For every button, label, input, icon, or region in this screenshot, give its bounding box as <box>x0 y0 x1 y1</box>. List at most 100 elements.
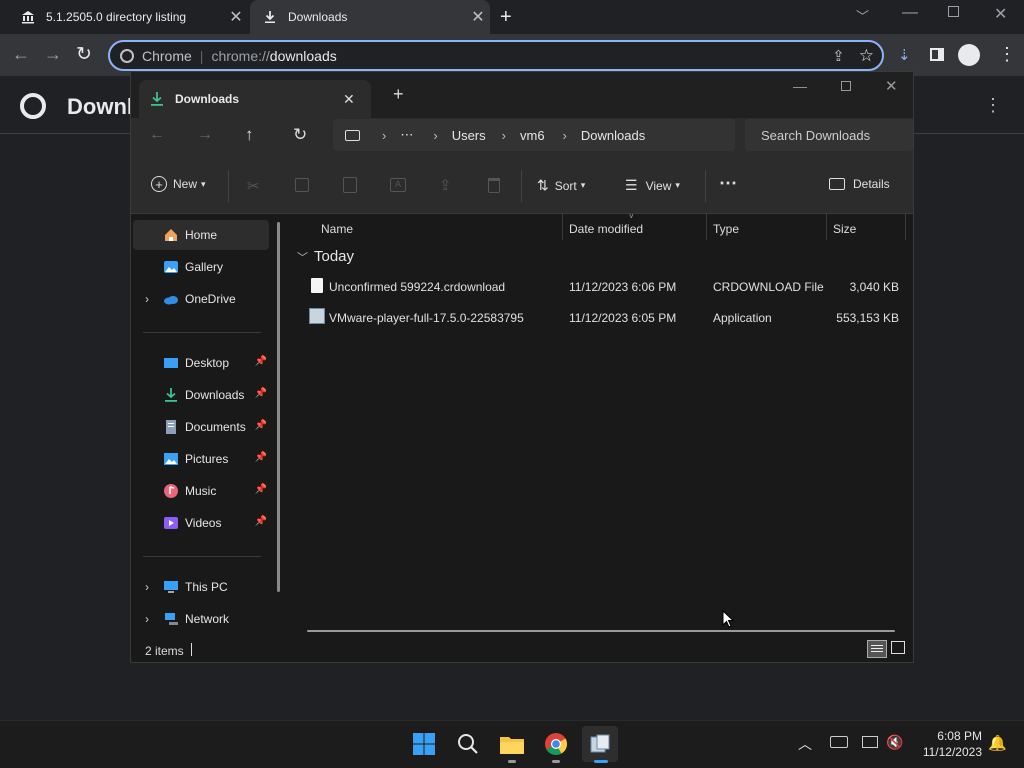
column-header-type[interactable]: Type <box>713 222 739 236</box>
pin-icon[interactable]: 📌 <box>255 516 267 527</box>
downloads-toolbar-icon[interactable]: ⇣ <box>898 46 911 64</box>
sort-button[interactable]: ⇅ Sort ▾ <box>537 177 585 194</box>
volume-muted-icon[interactable]: 🔇 <box>886 734 903 751</box>
file-explorer-icon[interactable] <box>494 726 530 762</box>
table-row[interactable]: VMware-player-full-17.5.0-22583795 11/12… <box>299 303 903 333</box>
breadcrumb[interactable]: › ⋯ › Users › vm6 › Downloads <box>333 119 735 151</box>
forward-arrow-icon[interactable]: → <box>44 44 62 65</box>
tab-directory-listing[interactable]: 5.1.2505.0 directory listing ✕ <box>8 0 248 34</box>
close-tab-icon[interactable]: ✕ <box>224 7 248 27</box>
group-header-today[interactable]: ﹀ Today <box>297 248 354 265</box>
copy-icon[interactable] <box>295 178 309 192</box>
nav-item-documents[interactable]: Documents 📌 <box>133 412 269 442</box>
breadcrumb-more[interactable]: ⋯ <box>400 127 413 143</box>
address-bar[interactable]: Chrome | chrome:// downloads ⇪ ☆ <box>108 40 884 71</box>
horizontal-scrollbar[interactable] <box>307 630 895 632</box>
nav-item-network[interactable]: › Network <box>133 604 269 634</box>
profile-avatar-icon[interactable] <box>958 44 980 66</box>
forward-arrow-icon[interactable]: → <box>197 126 213 144</box>
nav-item-this-pc[interactable]: › This PC <box>133 572 269 602</box>
vmware-installer-icon[interactable] <box>582 726 618 762</box>
chevron-right-icon: › <box>562 127 567 143</box>
file-icon <box>311 278 323 293</box>
tab-search-chevron-icon[interactable]: ﹀ <box>856 6 869 25</box>
column-header-size[interactable]: Size <box>833 222 856 236</box>
details-button[interactable]: Details <box>829 177 890 191</box>
column-divider[interactable] <box>706 214 707 240</box>
column-header-name[interactable]: Name <box>321 222 353 236</box>
large-icons-view-icon[interactable] <box>891 641 905 654</box>
nav-scrollbar[interactable] <box>277 222 280 592</box>
minimize-button[interactable]: — <box>902 4 918 22</box>
explorer-tab-downloads[interactable]: Downloads ✕ <box>139 80 371 118</box>
nav-item-home[interactable]: Home <box>133 220 269 250</box>
nav-item-desktop[interactable]: Desktop 📌 <box>133 348 269 378</box>
display-icon[interactable] <box>862 736 878 748</box>
bookmark-star-icon[interactable]: ☆ <box>859 46 874 66</box>
rename-icon[interactable]: A <box>390 178 406 192</box>
clock[interactable]: 6:08 PM 11/12/2023 <box>918 729 982 759</box>
divider <box>228 170 229 202</box>
pin-icon[interactable]: 📌 <box>255 388 267 399</box>
chevron-right-icon[interactable]: › <box>133 580 161 594</box>
search-icon[interactable] <box>450 726 486 762</box>
side-panel-icon[interactable] <box>930 48 944 61</box>
breadcrumb-downloads[interactable]: Downloads <box>581 128 645 143</box>
refresh-icon[interactable]: ↻ <box>293 125 307 145</box>
column-divider[interactable] <box>826 214 827 240</box>
nav-item-pictures[interactable]: Pictures 📌 <box>133 444 269 474</box>
share-icon[interactable]: ⇪ <box>832 47 845 65</box>
paste-icon[interactable] <box>343 177 357 193</box>
view-button[interactable]: ☰ View ▾ <box>625 177 680 194</box>
close-window-button[interactable]: ✕ <box>994 4 1007 24</box>
chrome-menu-icon[interactable]: ⋮ <box>998 44 1016 65</box>
new-tab-button[interactable]: + <box>393 84 404 105</box>
chevron-right-icon[interactable]: › <box>133 292 161 306</box>
chevron-right-icon[interactable]: › <box>133 612 161 626</box>
maximize-button[interactable] <box>841 81 851 91</box>
up-arrow-icon[interactable]: ↑ <box>245 125 254 145</box>
pin-icon[interactable]: 📌 <box>255 452 267 463</box>
divider <box>143 332 261 333</box>
close-window-button[interactable]: ✕ <box>885 77 898 95</box>
cut-icon[interactable]: ✂ <box>247 177 260 195</box>
nav-item-gallery[interactable]: Gallery <box>133 252 269 282</box>
share-icon[interactable]: ⇪ <box>439 176 452 194</box>
nav-item-onedrive[interactable]: › OneDrive <box>133 284 269 314</box>
column-divider[interactable] <box>905 214 906 240</box>
pin-icon[interactable]: 📌 <box>255 420 267 431</box>
minimize-button[interactable]: — <box>793 78 807 94</box>
windows-start-icon[interactable] <box>406 726 442 762</box>
tab-downloads[interactable]: Downloads ✕ <box>250 0 490 34</box>
notification-bell-icon[interactable]: 🔔 <box>988 734 1007 752</box>
file-date: 11/12/2023 6:05 PM <box>569 311 677 325</box>
breadcrumb-users[interactable]: Users <box>452 128 486 143</box>
details-view-icon[interactable] <box>867 640 887 658</box>
page-menu-icon[interactable]: ⋮ <box>984 95 1002 116</box>
restore-button[interactable] <box>948 6 959 17</box>
nav-label: Gallery <box>185 260 224 274</box>
reload-icon[interactable]: ↻ <box>76 43 92 66</box>
column-divider[interactable] <box>562 214 563 240</box>
more-options-button[interactable]: ⋯ <box>719 173 737 194</box>
back-arrow-icon[interactable]: ← <box>12 44 30 65</box>
nav-item-music[interactable]: Music 📌 <box>133 476 269 506</box>
nav-item-videos[interactable]: Videos 📌 <box>133 508 269 538</box>
delete-icon[interactable] <box>488 178 500 193</box>
nav-item-downloads[interactable]: Downloads 📌 <box>133 380 269 410</box>
close-tab-icon[interactable]: ✕ <box>466 7 490 27</box>
back-arrow-icon[interactable]: ← <box>149 126 165 144</box>
search-input[interactable]: Search Downloads <box>745 119 913 151</box>
close-tab-icon[interactable]: ✕ <box>343 91 371 108</box>
breadcrumb-vm6[interactable]: vm6 <box>520 128 545 143</box>
pin-icon[interactable]: 📌 <box>255 356 267 367</box>
network-disconnected-icon[interactable] <box>830 736 848 748</box>
pin-icon[interactable]: 📌 <box>255 484 267 495</box>
new-tab-button[interactable]: + <box>500 6 512 29</box>
desktop-icon <box>163 355 179 371</box>
column-header-date[interactable]: Date modified <box>569 222 643 236</box>
table-row[interactable]: Unconfirmed 599224.crdownload 11/12/2023… <box>299 272 903 302</box>
chrome-icon[interactable] <box>538 726 574 762</box>
new-button[interactable]: + New ▾ <box>151 176 206 192</box>
chevron-up-icon[interactable]: ︿ <box>798 734 812 754</box>
